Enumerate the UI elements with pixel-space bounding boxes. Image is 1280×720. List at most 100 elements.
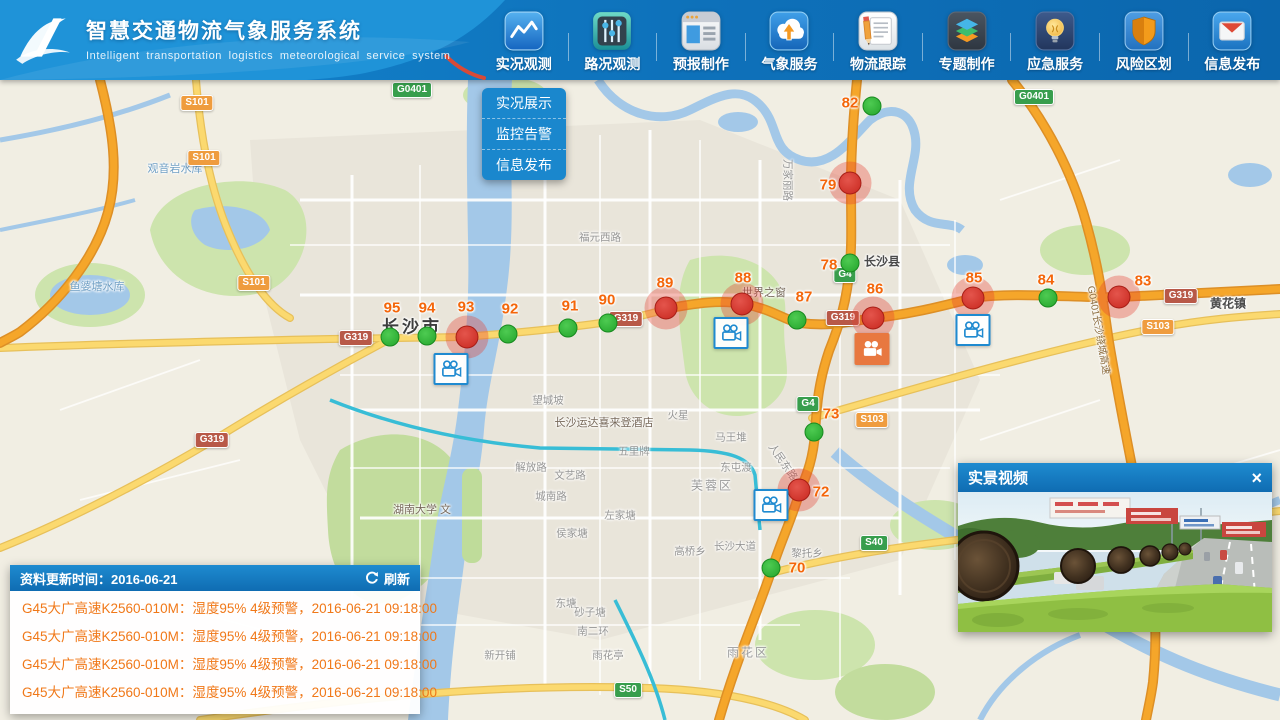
app-header: 智慧交通物流气象服务系统 Intelligent transportation … (0, 0, 1280, 80)
shield-icon (1124, 11, 1164, 51)
layers-icon (947, 11, 987, 51)
map-label: 湖南大学 文 (393, 501, 451, 517)
station-marker-86[interactable] (862, 307, 885, 330)
nav-item-8[interactable]: 风险区划 (1100, 6, 1188, 74)
station-marker-92[interactable] (499, 325, 518, 344)
station-number-78: 78 (821, 257, 838, 274)
station-marker-82[interactable] (863, 97, 882, 116)
nav-item-1[interactable]: 实况观测 (480, 6, 568, 74)
map-label: 雨花亭 (592, 648, 624, 663)
alert-row-2[interactable]: G45大广高速K2560-010M：湿度95% 4级预警，2016-06-21 … (10, 623, 420, 651)
main-nav: 实况观测 路况观测预报制作气象服务物流跟踪专题制作应急服务风险区划 信息发布 (480, 0, 1276, 80)
notepad-pencil-icon (858, 11, 898, 51)
station-marker-83[interactable] (1108, 286, 1131, 309)
video-panel-header: 实景视频 × (958, 463, 1272, 492)
station-number-95: 95 (384, 300, 401, 317)
map-label: 长沙运达喜来登酒店 (555, 414, 654, 430)
dropdown-item-3[interactable]: 信息发布 (482, 149, 566, 180)
station-marker-95[interactable] (381, 328, 400, 347)
alert-row-3[interactable]: G45大广高速K2560-010M：湿度95% 4级预警，2016-06-21 … (10, 651, 420, 679)
nav-item-label: 路况观测 (584, 54, 640, 74)
nav-item-4[interactable]: 气象服务 (746, 6, 834, 74)
road-badge-s101: S101 (187, 150, 220, 166)
camera-icon-3[interactable] (855, 333, 890, 365)
map-label: 东屯渡 (720, 460, 752, 475)
map-label: 左家塘 (604, 508, 636, 523)
station-marker-90[interactable] (599, 314, 618, 333)
nav-item-label: 实况观测 (496, 54, 552, 74)
map-label: 芙蓉区 (691, 477, 733, 494)
station-number-91: 91 (562, 298, 579, 315)
map-label: 解放路 (515, 460, 547, 475)
camera-icon-2[interactable] (714, 317, 749, 349)
station-marker-87[interactable] (788, 311, 807, 330)
station-number-89: 89 (657, 275, 674, 292)
alert-panel-title: 资料更新时间：2016-06-21 (20, 569, 178, 588)
station-number-86: 86 (867, 281, 884, 298)
refresh-button[interactable]: 刷新 (365, 569, 410, 588)
map-label: 新开铺 (484, 648, 516, 663)
alert-row-4[interactable]: G45大广高速K2560-010M：湿度95% 4级预警，2016-06-21 … (10, 679, 420, 707)
nav-item-label: 信息发布 (1204, 54, 1260, 74)
map-label: 长沙大道 (714, 539, 756, 554)
station-marker-70[interactable] (762, 559, 781, 578)
browser-window-icon (681, 11, 721, 51)
map-label: 黄花镇 (1210, 295, 1246, 312)
station-marker-78[interactable] (841, 254, 860, 273)
station-marker-89[interactable] (655, 297, 678, 320)
station-marker-79[interactable] (839, 172, 862, 195)
page-subtitle: Intelligent transportation logistics met… (86, 50, 451, 62)
camera-icon-1[interactable] (434, 353, 469, 385)
alert-row-1[interactable]: G45大广高速K2560-010M：湿度95% 4级预警，2016-06-21 … (10, 595, 420, 623)
close-icon[interactable]: × (1251, 469, 1262, 487)
refresh-icon (365, 571, 379, 585)
nav-item-6[interactable]: 专题制作 (923, 6, 1011, 74)
station-number-83: 83 (1135, 273, 1152, 290)
camera-icon-5[interactable] (754, 489, 789, 521)
app: 长沙市长沙县黄花镇观音岩水库鱼婆塘水库湖南大学 文长沙运达喜来登酒店世界之窗芙蓉… (0, 0, 1280, 720)
dropdown-item-2[interactable]: 监控告警 (482, 118, 566, 149)
map-label: 鱼婆塘水库 (70, 278, 125, 294)
station-marker-94[interactable] (418, 327, 437, 346)
sliders-icon (592, 11, 632, 51)
road-badge-s101: S101 (180, 95, 213, 111)
station-number-87: 87 (796, 289, 813, 306)
road-badge-s103: S103 (855, 412, 888, 428)
refresh-label: 刷新 (384, 569, 410, 588)
road-badge-g319: G319 (826, 310, 860, 326)
nav-item-7[interactable]: 应急服务 (1011, 6, 1099, 74)
map-label: 南二环 (577, 624, 609, 639)
station-number-82: 82 (842, 95, 859, 112)
station-number-79: 79 (820, 177, 837, 194)
station-marker-73[interactable] (805, 423, 824, 442)
road-badge-g319: G319 (339, 330, 373, 346)
nav-item-9[interactable]: 信息发布 (1189, 6, 1277, 74)
station-number-94: 94 (419, 300, 436, 317)
road-badge-s101: S101 (237, 275, 270, 291)
station-number-93: 93 (458, 299, 475, 316)
brand-logo-icon (12, 10, 74, 66)
nav-item-2[interactable]: 路况观测 (569, 6, 657, 74)
map-label: 马王堆 (715, 430, 747, 445)
trend-chart-icon (504, 11, 544, 51)
video-panel-title: 实景视频 (968, 467, 1028, 488)
video-panel: 实景视频 × (958, 463, 1272, 632)
nav-item-3[interactable]: 预报制作 (657, 6, 745, 74)
camera-icon-4[interactable] (956, 314, 991, 346)
map-label: 文艺路 (554, 468, 586, 483)
station-marker-91[interactable] (559, 319, 578, 338)
nav-item-label: 风险区划 (1116, 54, 1172, 74)
station-number-90: 90 (599, 292, 616, 309)
lightbulb-icon (1035, 11, 1075, 51)
station-marker-93[interactable] (456, 326, 479, 349)
nav-item-5[interactable]: 物流跟踪 (834, 6, 922, 74)
station-marker-72[interactable] (788, 479, 811, 502)
station-marker-85[interactable] (962, 287, 985, 310)
road-badge-g4: G4 (796, 396, 819, 412)
station-marker-84[interactable] (1039, 289, 1058, 308)
station-marker-88[interactable] (731, 293, 754, 316)
road-badge-g0401: G0401 (1014, 89, 1054, 105)
dropdown-item-1[interactable]: 实况展示 (482, 88, 566, 118)
page-title: 智慧交通物流气象服务系统 (86, 15, 451, 45)
map-label: 城南路 (535, 489, 567, 504)
